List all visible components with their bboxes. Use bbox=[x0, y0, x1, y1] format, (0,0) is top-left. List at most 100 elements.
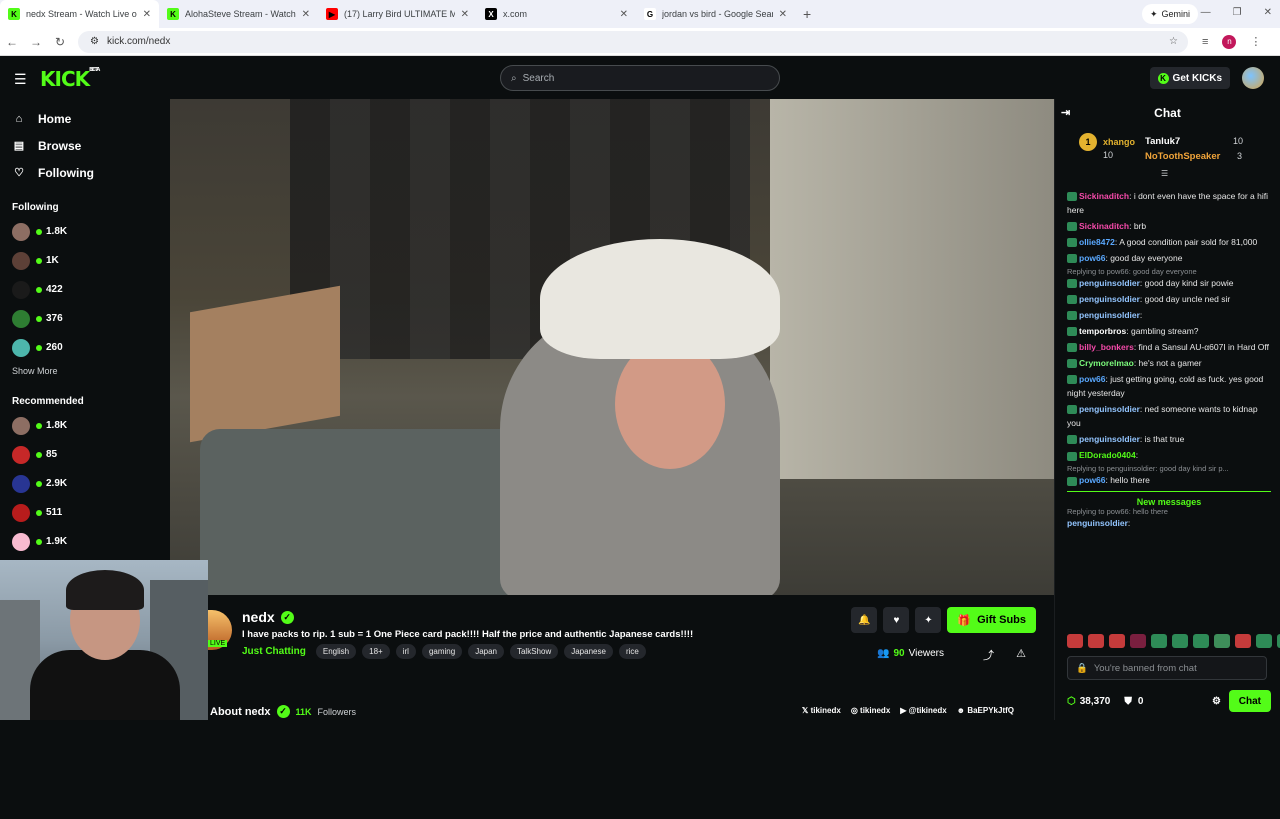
collapse-chat-icon[interactable]: ⇥ bbox=[1061, 106, 1070, 119]
gemini-button[interactable]: ✦ Gemini bbox=[1141, 4, 1198, 24]
menu-icon[interactable]: ☰ bbox=[14, 71, 27, 88]
stream-tag[interactable]: English bbox=[315, 644, 357, 659]
chat-username[interactable]: penguinsoldier bbox=[1079, 404, 1140, 414]
sidebar-nav-following[interactable]: ♡ Following bbox=[0, 159, 170, 186]
stream-tag[interactable]: rice bbox=[618, 644, 646, 659]
video-player[interactable] bbox=[170, 99, 1054, 595]
notification-bell-button[interactable]: 🔔 bbox=[851, 607, 878, 633]
social-youtube-link[interactable]: ▶ @tikinedx bbox=[900, 706, 946, 715]
sidebar-nav-home[interactable]: ⌂ Home bbox=[0, 105, 170, 132]
chat-username[interactable]: billy_bonkers bbox=[1079, 342, 1134, 352]
chat-username[interactable]: penguinsoldier bbox=[1079, 278, 1140, 288]
sidebar-channel[interactable]: ClassybeefSlots & Casino2.9K bbox=[0, 469, 1054, 819]
new-tab-icon[interactable]: + bbox=[795, 6, 819, 22]
profile-avatar[interactable]: n bbox=[1222, 34, 1237, 49]
channel-points[interactable]: ⬡ 38,370 bbox=[1067, 696, 1110, 707]
back-icon[interactable]: ← bbox=[0, 35, 24, 49]
media-control-icon[interactable]: ≡ bbox=[1202, 36, 1208, 48]
stream-tag[interactable]: gaming bbox=[421, 644, 463, 659]
chat-username[interactable]: pow66 bbox=[1079, 253, 1105, 263]
sidebar-channel[interactable]: DRACULANCSCounter-Strike 2511 bbox=[0, 498, 1054, 819]
sidebar-channel[interactable]: SuspendasJust Chatting422 bbox=[0, 275, 1054, 819]
gift-subs-button[interactable]: 🎁 Gift Subs bbox=[947, 607, 1036, 633]
emote-icon[interactable] bbox=[1172, 634, 1188, 648]
chat-send-button[interactable]: Chat bbox=[1228, 690, 1271, 712]
social-discord-link[interactable]: ☻ BaEPYkJtfQ bbox=[957, 706, 1014, 715]
sidebar-channel[interactable]: DeepakSlots & Casino376 bbox=[0, 304, 1054, 819]
url-field[interactable]: ⚙ kick.com/nedx ☆ bbox=[78, 30, 1188, 53]
chat-username[interactable]: Crymorelmao bbox=[1079, 358, 1134, 368]
sidebar-channel[interactable]: BigEJust Chatting85 bbox=[0, 440, 1054, 819]
chat-username[interactable]: Sickinaditch bbox=[1079, 191, 1129, 201]
stream-tag[interactable]: Japanese bbox=[564, 644, 613, 659]
drops-counter[interactable]: ⛊ 0 bbox=[1124, 696, 1143, 707]
sparkle-button[interactable]: ✦ bbox=[915, 607, 942, 633]
emote-icon[interactable] bbox=[1193, 634, 1209, 648]
leaderboard-name[interactable]: xhango bbox=[1103, 137, 1135, 147]
user-avatar[interactable] bbox=[1242, 67, 1264, 89]
chat-username[interactable]: temporbros bbox=[1079, 326, 1126, 336]
sidebar-channel[interactable]: EddieJust Chatting1.8K bbox=[0, 411, 1054, 819]
chat-username[interactable]: pow66 bbox=[1079, 475, 1105, 485]
emote-icon[interactable] bbox=[1130, 634, 1146, 648]
follow-button[interactable]: ♥ bbox=[883, 607, 910, 633]
site-info-icon[interactable]: ⚙ bbox=[90, 36, 99, 47]
expand-leaderboard-icon[interactable]: ☰ bbox=[1161, 169, 1168, 178]
sidebar-channel[interactable]: BlondeRabbitSlots & Casino1.9K bbox=[0, 527, 1054, 819]
stream-tag[interactable]: irl bbox=[395, 644, 416, 659]
show-more-link[interactable]: Show More bbox=[0, 362, 170, 380]
tab-close-icon[interactable]: ✕ bbox=[143, 9, 151, 20]
chat-username[interactable]: pow66 bbox=[1079, 374, 1105, 384]
category-link[interactable]: Just Chatting bbox=[242, 646, 306, 657]
social-instagram-link[interactable]: ◎ tikinedx bbox=[851, 706, 890, 715]
sidebar-nav-browse[interactable]: ▤ Browse bbox=[0, 132, 170, 159]
chat-username[interactable]: ollie8472 bbox=[1079, 237, 1115, 247]
browser-tab[interactable]: K AlohaSteve Stream - Watch Live ✕ bbox=[159, 0, 318, 28]
chat-settings-icon[interactable]: ⚙ bbox=[1212, 696, 1221, 707]
sidebar-channel[interactable]: bennymackIRL260 bbox=[0, 333, 1054, 819]
kick-logo[interactable]: KICKBETA bbox=[40, 67, 100, 91]
minimize-icon[interactable]: — bbox=[1201, 7, 1211, 18]
chat-username[interactable]: penguinsoldier bbox=[1079, 310, 1140, 320]
share-icon[interactable]: ⤴ bbox=[983, 647, 994, 663]
chat-username[interactable]: ElDorado0404 bbox=[1079, 450, 1136, 460]
chat-username[interactable]: penguinsoldier bbox=[1067, 518, 1128, 528]
browser-tab[interactable]: Xx.com ✕ bbox=[477, 0, 636, 28]
stream-tag[interactable]: TalkShow bbox=[509, 644, 559, 659]
chat-username[interactable]: Sickinaditch bbox=[1079, 221, 1129, 231]
emote-icon[interactable] bbox=[1214, 634, 1230, 648]
browser-menu-icon[interactable]: ⋮ bbox=[1250, 35, 1261, 48]
search-input[interactable]: ⌕ Search bbox=[500, 65, 780, 91]
report-icon[interactable]: ⚠ bbox=[1016, 647, 1026, 660]
browser-tab[interactable]: Gjordan vs bird - Google Search ✕ bbox=[636, 0, 795, 28]
emote-icon[interactable] bbox=[1235, 634, 1251, 648]
reload-icon[interactable]: ↻ bbox=[48, 35, 72, 49]
chat-username[interactable]: penguinsoldier bbox=[1079, 434, 1140, 444]
stream-tag[interactable]: 18+ bbox=[362, 644, 390, 659]
bookmark-star-icon[interactable]: ☆ bbox=[1169, 36, 1178, 47]
tab-close-icon[interactable]: ✕ bbox=[461, 9, 469, 20]
chat-username[interactable]: penguinsoldier bbox=[1079, 294, 1140, 304]
streamer-name[interactable]: nedx ✓ bbox=[242, 609, 294, 625]
tab-close-icon[interactable]: ✕ bbox=[779, 9, 787, 20]
sidebar-channel[interactable]: DBR666IRL1K bbox=[0, 246, 1054, 819]
tab-close-icon[interactable]: ✕ bbox=[620, 9, 628, 20]
sidebar-channel[interactable]: EddieJust Chatting1.8K bbox=[0, 217, 1054, 819]
emote-icon[interactable] bbox=[1109, 634, 1125, 648]
stream-tag[interactable]: Japan bbox=[468, 644, 504, 659]
browser-tab[interactable]: ▶ (17) Larry Bird ULTIMATE Mixtap ✕ bbox=[318, 0, 477, 28]
emote-icon[interactable] bbox=[1151, 634, 1167, 648]
get-kicks-button[interactable]: K Get KICKs bbox=[1149, 67, 1230, 89]
browser-tab[interactable]: Knedx Stream - Watch Live on Ki ✕ bbox=[0, 0, 159, 28]
emote-icon[interactable] bbox=[1256, 634, 1272, 648]
emote-icon[interactable] bbox=[1067, 634, 1083, 648]
forward-icon[interactable]: → bbox=[24, 35, 48, 49]
tab-close-icon[interactable]: ✕ bbox=[302, 9, 310, 20]
emote-icon[interactable] bbox=[1088, 634, 1104, 648]
leaderboard-name[interactable]: NoToothSpeaker bbox=[1145, 151, 1220, 162]
new-messages-divider[interactable]: New messages bbox=[1067, 491, 1271, 508]
social-x-link[interactable]: 𝕏 tikinedx bbox=[802, 706, 841, 715]
maximize-icon[interactable]: ❐ bbox=[1233, 7, 1242, 18]
leaderboard-name[interactable]: Tanluk7 bbox=[1145, 136, 1180, 147]
close-window-icon[interactable]: ✕ bbox=[1264, 7, 1272, 18]
